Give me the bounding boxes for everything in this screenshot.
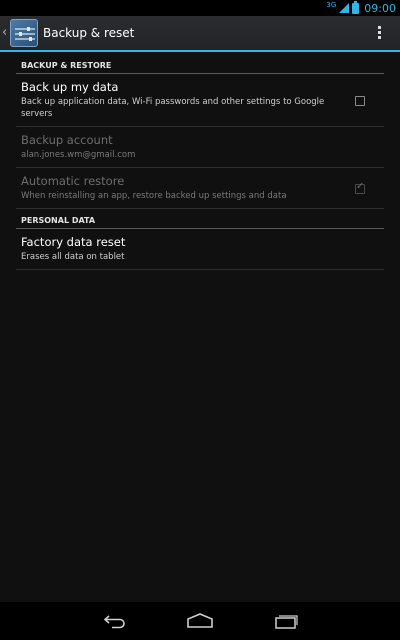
clock: 09:00: [364, 1, 396, 15]
settings-sliders-icon[interactable]: [10, 19, 38, 47]
factory-data-reset-summary: Erases all data on tablet: [21, 252, 125, 262]
battery-icon: [352, 0, 360, 14]
action-bar: ‹ Backup & reset: [0, 16, 400, 52]
backup-my-data-checkbox[interactable]: [355, 96, 365, 106]
status-indicators: 3G 09:00: [326, 0, 396, 16]
backup-my-data-title: Back up my data: [21, 80, 119, 94]
backup-my-data-summary: Back up application data, Wi-Fi password…: [21, 97, 325, 119]
overflow-menu-icon[interactable]: [378, 26, 382, 42]
section-header-personal-data: PERSONAL DATA: [16, 213, 384, 229]
automatic-restore-checkbox: [355, 181, 365, 194]
page-title: Backup & reset: [43, 26, 135, 40]
factory-data-reset-item[interactable]: Factory data reset Erases all data on ta…: [16, 229, 384, 270]
recent-apps-icon[interactable]: [274, 613, 298, 629]
signal-icon: [339, 3, 350, 13]
automatic-restore-summary: When reinstalling an app, restore backed…: [21, 191, 287, 201]
navigation-bar: [0, 602, 400, 640]
section-header-backup-restore: BACKUP & RESTORE: [16, 58, 384, 74]
status-bar: 3G 09:00: [0, 0, 400, 16]
automatic-restore-title: Automatic restore: [21, 174, 125, 188]
backup-account-title: Backup account: [21, 133, 113, 147]
settings-list: BACKUP & RESTORE Back up my data Back up…: [16, 58, 384, 270]
factory-data-reset-title: Factory data reset: [21, 235, 126, 249]
home-icon[interactable]: [187, 613, 213, 629]
backup-my-data-item[interactable]: Back up my data Back up application data…: [16, 74, 384, 127]
automatic-restore-item: Automatic restore When reinstalling an a…: [16, 168, 384, 209]
up-navigation-icon[interactable]: ‹: [2, 25, 7, 40]
back-icon[interactable]: [103, 613, 127, 629]
network-type: 3G: [326, 1, 337, 9]
backup-account-item: Backup account alan.jones.wm@gmail.com: [16, 127, 384, 168]
backup-account-summary: alan.jones.wm@gmail.com: [21, 150, 136, 160]
